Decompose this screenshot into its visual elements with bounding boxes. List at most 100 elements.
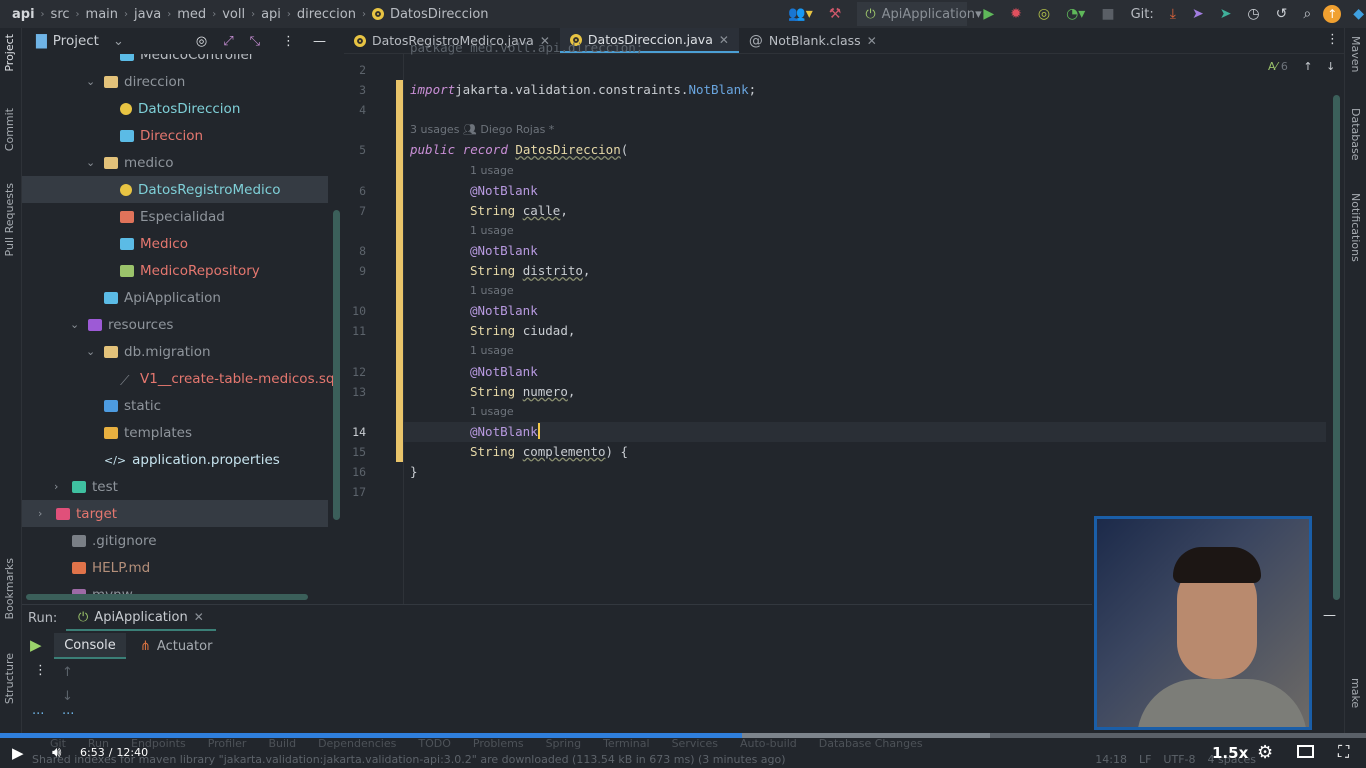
code-line[interactable]: } bbox=[410, 462, 418, 482]
tree-item[interactable]: ApiApplication bbox=[86, 284, 344, 311]
hide-icon[interactable]: — bbox=[313, 34, 326, 49]
tree-horizontal-scrollbar[interactable] bbox=[26, 594, 308, 600]
rerun-icon[interactable]: ▶ bbox=[30, 636, 42, 654]
build-hammer-icon[interactable]: ⚒ bbox=[829, 6, 842, 22]
breadcrumb-item[interactable]: api bbox=[12, 7, 35, 22]
scroll-down-icon[interactable]: ↓ bbox=[62, 689, 73, 704]
tree-item[interactable]: Direccion bbox=[102, 122, 344, 149]
profiler-icon[interactable]: ◔▾ bbox=[1066, 6, 1085, 22]
code-line[interactable]: @NotBlank bbox=[470, 181, 538, 201]
breadcrumb-item[interactable]: main bbox=[86, 7, 118, 22]
code-line[interactable]: String numero, bbox=[470, 382, 575, 402]
tree-item[interactable]: Medico bbox=[102, 230, 344, 257]
run-config-select[interactable]: ⏻ ApiApplication ▾ bbox=[857, 2, 982, 26]
stop-icon[interactable]: ■ bbox=[1101, 6, 1114, 22]
tree-item[interactable]: templates bbox=[86, 419, 344, 446]
tree-item[interactable]: static bbox=[86, 392, 344, 419]
breadcrumb-item[interactable]: voll bbox=[222, 7, 245, 22]
coverage-icon[interactable]: ◎ bbox=[1038, 6, 1050, 22]
notifications-tool-tab[interactable]: Notifications bbox=[1349, 193, 1362, 262]
update-icon[interactable]: ↑ bbox=[1323, 5, 1342, 23]
search-icon[interactable]: ⌕ bbox=[1303, 6, 1311, 22]
tree-item[interactable]: ⌄ medico bbox=[86, 149, 344, 176]
playback-speed-button[interactable]: 1.5x bbox=[1212, 744, 1248, 762]
chevron-down-icon[interactable]: ⌄ bbox=[113, 34, 124, 49]
inspection-widget[interactable]: A⁄ 6 ↑ ↓ bbox=[1268, 60, 1335, 73]
jetbrains-ai-icon[interactable]: ◆ bbox=[1353, 6, 1364, 22]
tree-item[interactable]: </> application.properties bbox=[86, 446, 344, 473]
rollback-icon[interactable]: ↺ bbox=[1276, 6, 1288, 22]
close-icon[interactable]: ✕ bbox=[867, 34, 877, 48]
options-icon[interactable]: ⋮ bbox=[282, 34, 295, 49]
usages-inlay-hint[interactable]: 1 usage bbox=[470, 221, 514, 241]
tree-item[interactable]: ⌄ db.migration bbox=[86, 338, 344, 365]
tree-item[interactable]: Especialidad bbox=[102, 203, 344, 230]
console-tab[interactable]: Console bbox=[54, 633, 126, 659]
picture-in-picture-icon[interactable] bbox=[1297, 745, 1314, 758]
code-line[interactable]: @NotBlank bbox=[470, 301, 538, 321]
debug-icon[interactable]: ✹ bbox=[1010, 6, 1022, 22]
minimize-icon[interactable]: — bbox=[1323, 608, 1336, 623]
close-icon[interactable]: ✕ bbox=[194, 610, 204, 624]
options-icon[interactable]: ⋮ bbox=[34, 663, 47, 678]
code-line[interactable]: String ciudad, bbox=[470, 321, 575, 341]
tree-item[interactable]: MedicoController bbox=[102, 54, 344, 68]
settings-gear-icon[interactable]: ⚙ bbox=[1257, 742, 1273, 763]
fullscreen-icon[interactable]: ⛶ bbox=[1338, 742, 1349, 762]
bookmarks-tool-tab[interactable]: Bookmarks bbox=[3, 558, 16, 619]
tree-vertical-scrollbar[interactable] bbox=[333, 210, 340, 520]
code-line[interactable]: String calle, bbox=[470, 201, 568, 221]
project-panel-title[interactable]: Project bbox=[53, 33, 99, 49]
maven-tool-tab[interactable]: Maven bbox=[1349, 36, 1362, 72]
code-line[interactable]: String complemento) { bbox=[470, 442, 628, 462]
breadcrumb-item[interactable]: direccion bbox=[297, 7, 356, 22]
next-highlight-icon[interactable]: ↓ bbox=[1326, 60, 1335, 73]
tree-item[interactable]: mvnw bbox=[54, 581, 344, 594]
code-line[interactable]: @NotBlank bbox=[470, 241, 538, 261]
more-icon[interactable]: ··· bbox=[32, 707, 44, 722]
more-icon[interactable]: ··· bbox=[62, 707, 74, 722]
database-tool-tab[interactable]: Database bbox=[1349, 108, 1362, 161]
play-icon[interactable]: ▶ bbox=[12, 744, 24, 762]
pull-requests-tool-tab[interactable]: Pull Requests bbox=[3, 183, 16, 256]
tab-options-icon[interactable]: ⋮ bbox=[1326, 32, 1339, 47]
tree-item[interactable]: HELP.md bbox=[54, 554, 344, 581]
tree-item[interactable]: .gitignore bbox=[54, 527, 344, 554]
history-icon[interactable]: ◷ bbox=[1247, 6, 1259, 22]
usages-inlay-hint[interactable]: 1 usage bbox=[470, 341, 514, 361]
code-line[interactable]: importjakarta.validation.constraints.Not… bbox=[410, 80, 756, 100]
breadcrumb-item[interactable]: api bbox=[261, 7, 281, 22]
tree-item[interactable]: DatosDireccion bbox=[102, 95, 344, 122]
run-icon[interactable]: ▶ bbox=[983, 6, 994, 22]
editor-scrollbar[interactable] bbox=[1333, 95, 1340, 600]
code-line[interactable]: @NotBlank bbox=[470, 422, 540, 442]
tree-item[interactable]: › test bbox=[54, 473, 344, 500]
close-icon[interactable]: ✕ bbox=[719, 33, 729, 47]
structure-tool-tab[interactable]: Structure bbox=[3, 653, 16, 704]
code-line[interactable]: public record DatosDireccion( bbox=[410, 140, 628, 160]
project-tool-tab[interactable]: Project bbox=[3, 34, 16, 72]
breadcrumb-item[interactable]: java bbox=[134, 7, 161, 22]
locate-icon[interactable]: ◎ bbox=[196, 34, 207, 49]
make-tool-tab[interactable]: make bbox=[1349, 678, 1362, 708]
usages-inlay-hint[interactable]: 1 usage bbox=[470, 402, 514, 422]
collapse-all-icon[interactable]: ⤡ bbox=[250, 34, 260, 49]
run-tab-apiapplication[interactable]: ⏻ ApiApplication ✕ bbox=[66, 605, 216, 631]
expand-all-icon[interactable]: ⤢ bbox=[223, 34, 233, 49]
tree-item[interactable]: DatosRegistroMedico bbox=[22, 176, 328, 203]
prev-highlight-icon[interactable]: ↑ bbox=[1303, 60, 1312, 73]
git-commit-icon[interactable]: ➤ bbox=[1220, 6, 1232, 22]
tree-item[interactable]: ⟋ V1__create-table-medicos.sql bbox=[102, 365, 344, 392]
git-update-icon[interactable]: ⤓ bbox=[1170, 6, 1176, 22]
video-progress-bar[interactable] bbox=[0, 733, 1366, 738]
editor-tab[interactable]: @ NotBlank.class ✕ bbox=[739, 28, 887, 53]
tree-item[interactable]: ⌄ resources bbox=[70, 311, 344, 338]
scroll-up-icon[interactable]: ↑ bbox=[62, 665, 73, 680]
code-line[interactable]: String distrito, bbox=[470, 261, 590, 281]
volume-icon[interactable]: 🔊︎ bbox=[52, 743, 61, 761]
usages-inlay-hint[interactable]: 3 usages 👥︎ Diego Rojas * bbox=[410, 120, 554, 140]
breadcrumb-item[interactable]: DatosDireccion bbox=[390, 7, 489, 22]
tree-item[interactable]: ⌄ direccion bbox=[86, 68, 344, 95]
commit-tool-tab[interactable]: Commit bbox=[3, 108, 16, 151]
tree-item[interactable]: › target bbox=[22, 500, 328, 527]
